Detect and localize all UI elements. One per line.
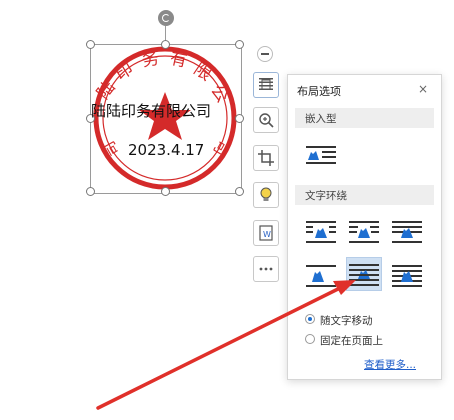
annotation-arrow [96, 280, 356, 410]
